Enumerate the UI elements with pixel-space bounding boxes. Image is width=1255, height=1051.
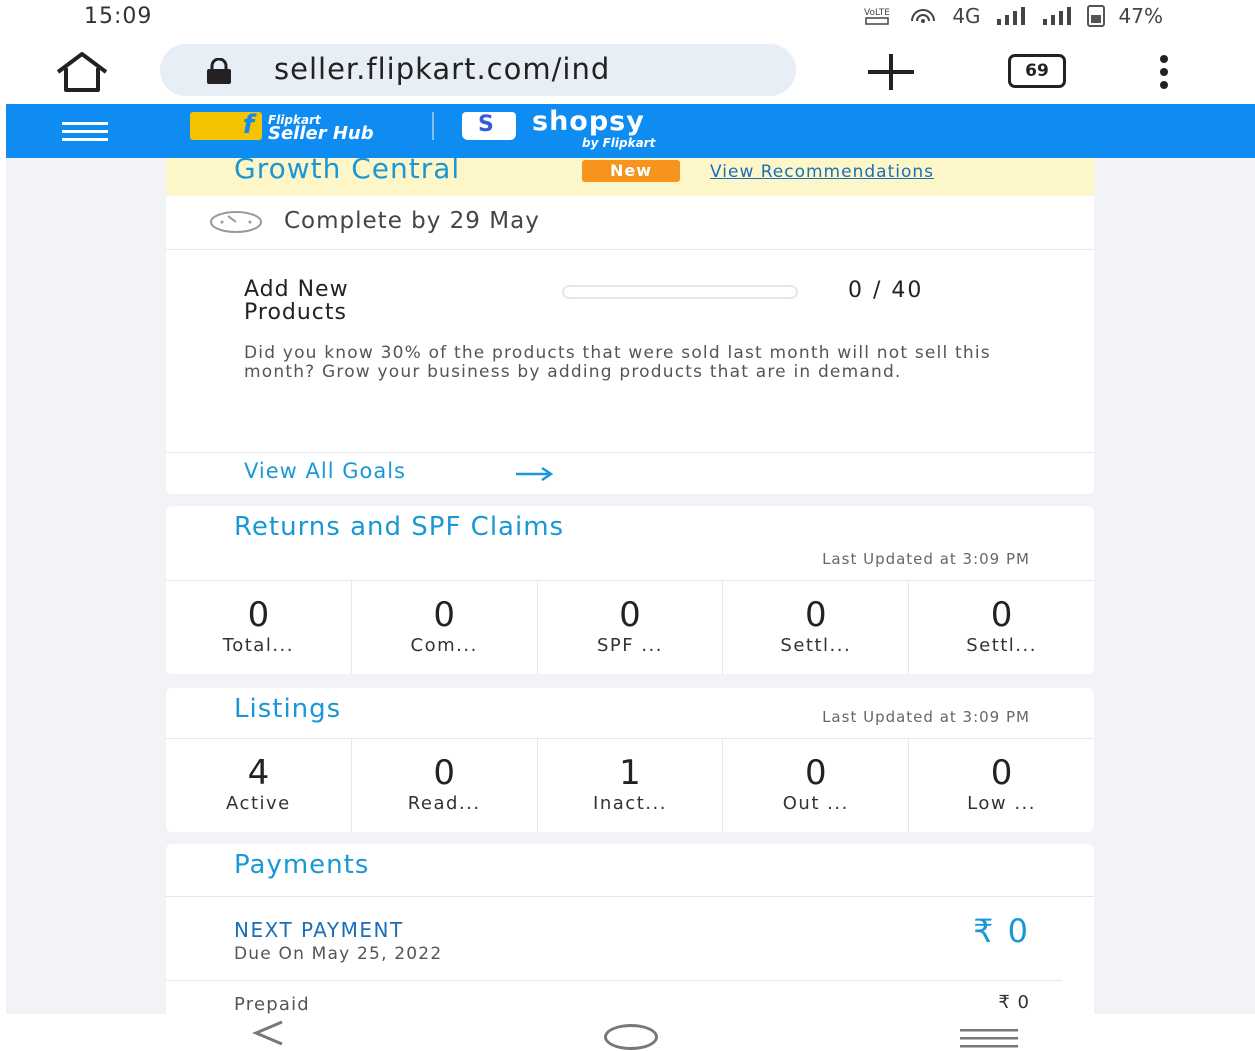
timer-icon [210, 211, 262, 233]
listings-stat[interactable]: 4 Active [166, 739, 352, 832]
new-badge: New [582, 160, 680, 182]
payments-title[interactable]: Payments [234, 850, 369, 880]
deadline-row: Complete by 29 May [166, 196, 1094, 250]
stat-label: Active [226, 793, 291, 814]
goal-count: 0 / 40 [848, 278, 924, 303]
stat-value: 0 [804, 595, 827, 635]
stat-label: Out ... [782, 793, 849, 814]
shopsy-logo-letter: S [478, 112, 494, 137]
stat-value: 0 [433, 595, 456, 635]
status-time: 15:09 [84, 4, 153, 29]
network-type: 4G [952, 4, 981, 28]
stat-value: 1 [619, 753, 641, 793]
listings-title[interactable]: Listings [234, 694, 341, 724]
listings-updated: Last Updated at 3:09 PM [822, 708, 1030, 726]
divider [166, 980, 1062, 981]
stat-value: 0 [433, 753, 456, 793]
goal-description: Did you know 30% of the products that we… [244, 343, 991, 382]
stat-value: 0 [990, 753, 1013, 793]
growth-central-title: Growth Central [234, 158, 461, 185]
home-nav-icon[interactable] [604, 1024, 658, 1050]
stat-value: 0 [619, 595, 641, 635]
listings-stat[interactable]: 1 Inact... [538, 739, 724, 832]
stat-label: Total... [222, 635, 294, 656]
new-tab-icon[interactable] [864, 52, 918, 92]
stat-label: Low ... [967, 793, 1036, 814]
listings-stat[interactable]: 0 Low ... [909, 739, 1094, 832]
returns-stat[interactable]: 0 Settl... [909, 581, 1094, 674]
url-text[interactable]: seller.flipkart.com/ind [274, 52, 610, 86]
seller-hub-brand[interactable]: Flipkart Seller Hub [268, 114, 374, 144]
stat-label: Read... [407, 793, 481, 814]
hotspot-icon [911, 9, 936, 23]
stat-label: SPF ... [596, 635, 663, 656]
lock-icon [207, 58, 231, 84]
flipkart-logo[interactable]: f [190, 110, 262, 140]
shopsy-brand[interactable]: shopsy [532, 106, 645, 137]
divider [166, 896, 1094, 897]
recents-icon[interactable] [960, 1028, 1018, 1048]
payments-card: Payments NEXT PAYMENT Due On May 25, 202… [166, 844, 1094, 1014]
dashboard-content[interactable]: Growth Central New View Recommendations … [6, 158, 1255, 1014]
view-recommendations-link[interactable]: View Recommendations [710, 162, 934, 182]
shopsy-logo[interactable]: S [462, 112, 516, 140]
goal-name: Add New Products [244, 277, 349, 325]
home-icon[interactable] [50, 50, 114, 94]
stat-label: Inact... [593, 793, 667, 814]
hamburger-menu-icon[interactable] [62, 122, 108, 142]
listings-card: Listings Last Updated at 3:09 PM 4 Active… [166, 688, 1094, 832]
volte-icon: VoLTE [864, 8, 891, 25]
header-divider [432, 112, 434, 140]
listings-stats: 4 Active 0 Read... 1 Inact... 0 Out ... 0 Low… [166, 738, 1094, 832]
tab-switcher-button[interactable]: 69 [1008, 54, 1066, 88]
svg-text:VoLTE: VoLTE [864, 8, 890, 18]
goal-progress-bar [562, 285, 798, 299]
listings-stat[interactable]: 0 Read... [352, 739, 538, 832]
stat-label: Settl... [780, 635, 852, 656]
prepaid-label: Prepaid [234, 994, 310, 1014]
returns-title[interactable]: Returns and SPF Claims [234, 512, 564, 542]
returns-stat[interactable]: 0 Settl... [723, 581, 910, 674]
status-bar: 15:09 VoLTE 4G 47% [0, 0, 1255, 34]
view-all-goals-link[interactable]: View All Goals [244, 459, 406, 483]
app-header: f Flipkart Seller Hub S shopsy by Flipka… [6, 104, 1255, 158]
returns-stats: 0 Total... 0 Com... 0 SPF ... 0 Settl... 0 Se… [166, 580, 1094, 674]
status-icons: VoLTE 4G 47% [864, 4, 1163, 28]
kebab-menu-icon[interactable] [1152, 52, 1176, 92]
brand-name: Seller Hub [268, 123, 374, 144]
prepaid-amount: ₹ 0 [998, 992, 1030, 1013]
next-payment-label: NEXT PAYMENT [234, 918, 404, 942]
arrow-right-icon[interactable] [514, 466, 554, 482]
back-icon[interactable] [246, 1018, 290, 1048]
stat-label: Settl... [966, 635, 1037, 656]
flipkart-logo-letter: f [242, 110, 254, 140]
stat-value: 4 [247, 753, 270, 793]
returns-updated: Last Updated at 3:09 PM [822, 550, 1030, 568]
next-payment-amount[interactable]: ₹ 0 [973, 912, 1030, 950]
returns-stat[interactable]: 0 Com... [352, 581, 538, 674]
battery-level: 47% [1118, 4, 1163, 28]
growth-central-banner: Growth Central New View Recommendations [166, 158, 1094, 196]
growth-central-card: Growth Central New View Recommendations … [166, 158, 1094, 494]
signal-icon [996, 7, 1025, 25]
view-all-goals-row[interactable]: View All Goals [166, 452, 1094, 494]
stat-value: 0 [804, 753, 827, 793]
signal-icon-2 [1042, 7, 1071, 25]
stat-value: 0 [247, 595, 270, 635]
battery-icon [1086, 5, 1105, 27]
address-bar[interactable]: seller.flipkart.com/ind [160, 44, 796, 96]
returns-stat[interactable]: 0 Total... [166, 581, 352, 674]
next-payment-due: Due On May 25, 2022 [234, 944, 443, 964]
system-nav-bar [0, 1014, 1255, 1051]
stat-value: 0 [990, 595, 1013, 635]
returns-card: Returns and SPF Claims Last Updated at 3… [166, 506, 1094, 674]
shopsy-subtitle: by Flipkart [582, 136, 656, 150]
stat-label: Com... [410, 635, 478, 656]
browser-toolbar: seller.flipkart.com/ind 69 [0, 34, 1255, 106]
deadline-text: Complete by 29 May [284, 208, 540, 234]
returns-stat[interactable]: 0 SPF ... [538, 581, 724, 674]
listings-stat[interactable]: 0 Out ... [723, 739, 910, 832]
